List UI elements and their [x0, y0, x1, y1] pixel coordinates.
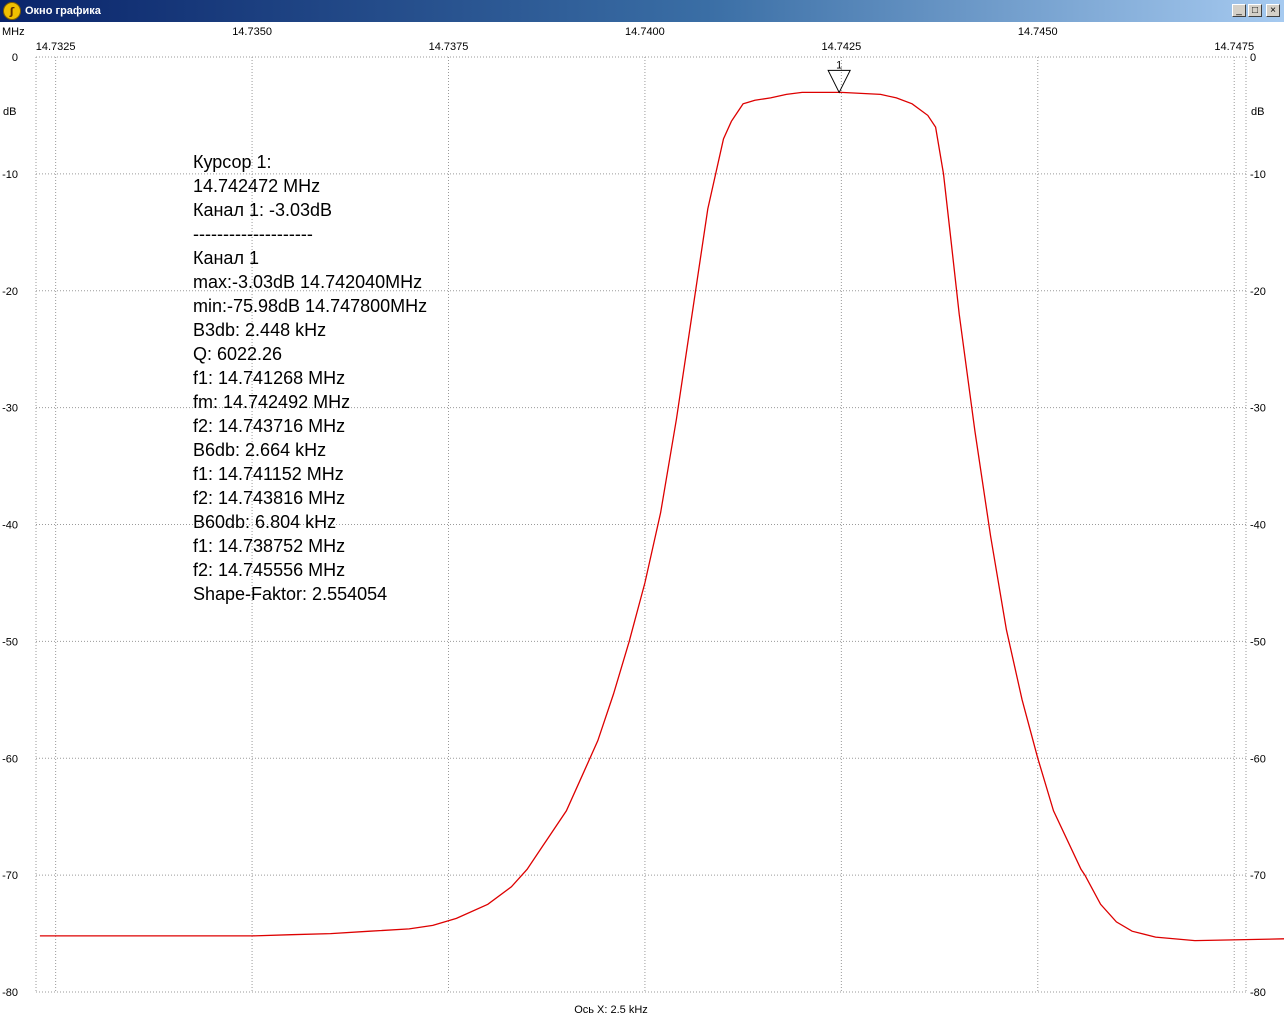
- y-tick-label-left: -20: [2, 286, 18, 298]
- y-tick-label-left: -70: [2, 870, 18, 882]
- info-line: min:-75.98dB 14.747800MHz: [193, 296, 427, 316]
- axis-labels: MHz dB dB 14.7350 14.7400 14.7450 14.7325 14.73…: [2, 26, 1266, 1016]
- info-line: max:-3.03dB 14.742040MHz: [193, 272, 422, 292]
- info-line: --------------------: [193, 224, 313, 244]
- maximize-button[interactable]: □: [1248, 4, 1262, 17]
- y-tick-label-left: -60: [2, 753, 18, 765]
- info-line: fm: 14.742492 MHz: [193, 392, 350, 412]
- y-tick-label-left: 0: [12, 52, 18, 64]
- info-line: B6db: 2.664 kHz: [193, 440, 326, 460]
- y-tick-label-right: 0: [1250, 52, 1256, 64]
- y-tick-label-left: -40: [2, 520, 18, 532]
- info-line: Курсор 1:: [193, 152, 272, 172]
- info-line: B3db: 2.448 kHz: [193, 320, 326, 340]
- info-line: f1: 14.741268 MHz: [193, 368, 345, 388]
- y-tick-label-right: -60: [1250, 753, 1266, 765]
- info-line: Shape-Faktor: 2.554054: [193, 584, 387, 604]
- info-line: f1: 14.741152 MHz: [193, 464, 344, 484]
- window-titlebar[interactable]: ʃ Окно графика _ □ ×: [0, 0, 1284, 22]
- x-tick-label: 14.7475: [1214, 41, 1254, 53]
- y-tick-label-left: -50: [2, 636, 18, 648]
- x-unit-label: MHz: [2, 26, 25, 38]
- info-line: Q: 6022.26: [193, 344, 282, 364]
- x-tick-label: 14.7425: [821, 41, 861, 53]
- cursor-marker[interactable]: 1: [827, 59, 851, 94]
- chart-plot[interactable]: MHz dB dB 14.7350 14.7400 14.7450 14.7325 14.73…: [0, 22, 1284, 1024]
- y-tick-label-left: -80: [2, 987, 18, 999]
- x-tick-label: 14.7350: [232, 26, 272, 38]
- y-tick-label-right: -70: [1250, 870, 1266, 882]
- x-tick-label: 14.7450: [1018, 26, 1058, 38]
- info-line: 14.742472 MHz: [193, 176, 320, 196]
- cursor-marker-triangle: [827, 69, 851, 94]
- x-tick-label: 14.7400: [625, 26, 665, 38]
- y-tick-label-right: -20: [1250, 286, 1266, 298]
- y-tick-label-right: -10: [1250, 169, 1266, 181]
- info-line: Канал 1: -3.03dB: [193, 200, 332, 220]
- y-tick-label-left: -30: [2, 403, 18, 415]
- y-tick-label-right: -50: [1250, 636, 1266, 648]
- info-line: Канал 1: [193, 248, 259, 268]
- cursor-marker-label: 1: [836, 59, 842, 71]
- info-line: f2: 14.745556 MHz: [193, 560, 345, 580]
- y-tick-label-right: -30: [1250, 403, 1266, 415]
- x-tick-label: 14.7325: [36, 41, 76, 53]
- y-unit-label-right: dB: [1251, 106, 1264, 118]
- measurement-info: Курсор 1: 14.742472 MHz Канал 1: -3.03dB --…: [193, 152, 427, 604]
- minimize-button[interactable]: _: [1232, 4, 1246, 17]
- close-button[interactable]: ×: [1266, 4, 1280, 17]
- x-axis-caption: Ось X: 2.5 kHz: [574, 1004, 648, 1016]
- y-tick-label-left: -10: [2, 169, 18, 181]
- y-unit-label-left: dB: [3, 106, 16, 118]
- y-tick-label-right: -40: [1250, 520, 1266, 532]
- window-title: Окно графика: [25, 5, 101, 17]
- x-tick-label: 14.7375: [429, 41, 469, 53]
- info-line: f2: 14.743716 MHz: [193, 416, 345, 436]
- window-controls: _ □ ×: [1232, 4, 1280, 17]
- app-icon: ʃ: [3, 2, 21, 20]
- info-line: B60db: 6.804 kHz: [193, 512, 336, 532]
- y-tick-label-right: -80: [1250, 987, 1266, 999]
- info-line: f1: 14.738752 MHz: [193, 536, 345, 556]
- info-line: f2: 14.743816 MHz: [193, 488, 345, 508]
